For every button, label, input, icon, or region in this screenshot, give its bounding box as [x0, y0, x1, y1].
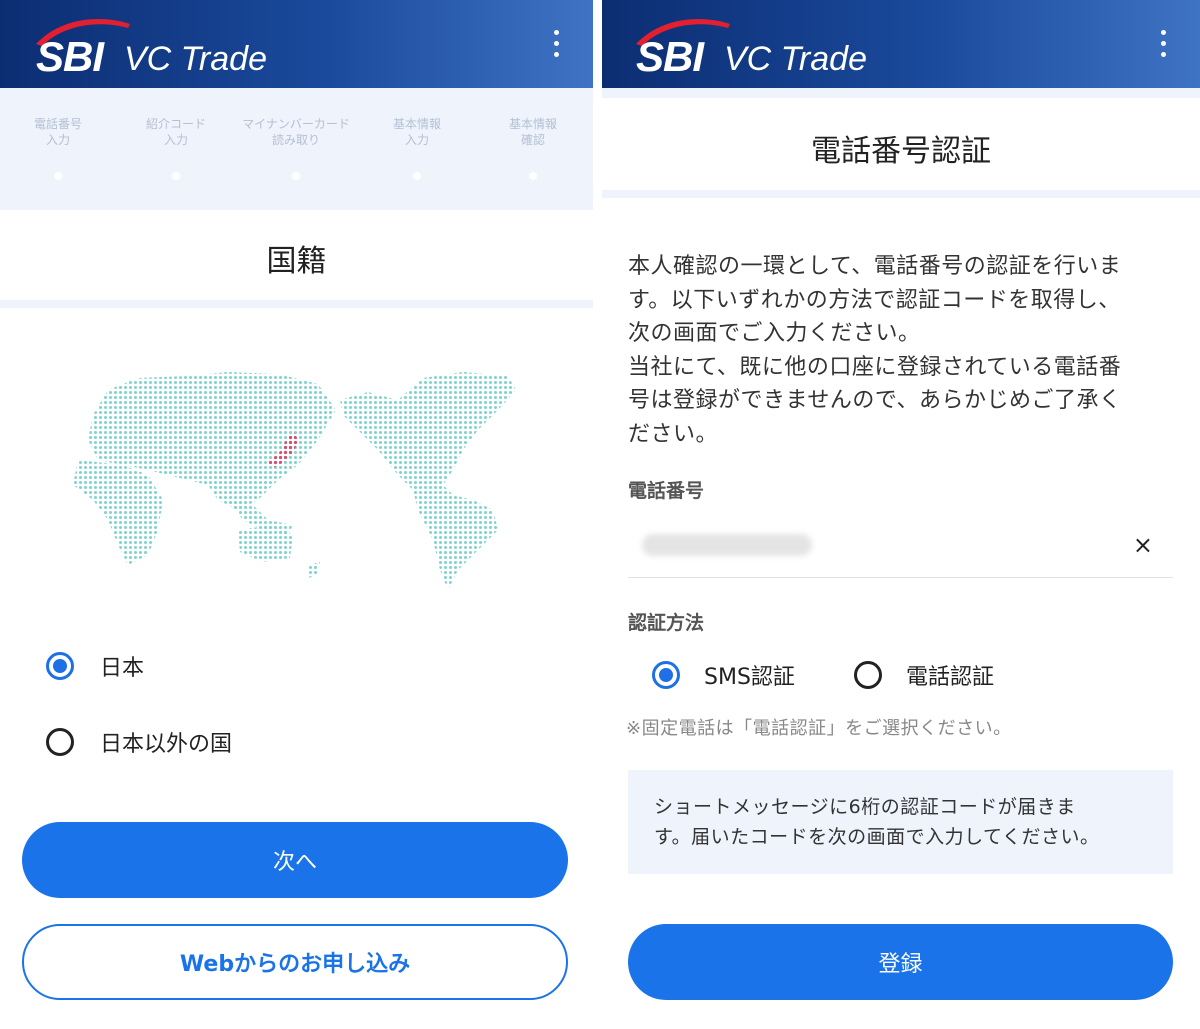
radio-label: SMS認証	[704, 665, 795, 690]
kebab-menu-icon[interactable]	[1156, 28, 1170, 60]
screen-phone-verification: SBI VC Trade 電話番号認証 本人確認の一環として、電話番号の認証を行…	[602, 0, 1200, 1029]
step-basic-confirm: 基本情報 確認	[468, 116, 593, 148]
header-divider	[602, 88, 1200, 98]
step-dot	[292, 172, 300, 180]
step-dot	[172, 172, 180, 180]
sbi-vc-trade-logo: SBI VC Trade	[30, 14, 290, 80]
step-dot	[413, 172, 421, 180]
app-header: SBI VC Trade	[0, 0, 593, 88]
step-label: 基本情報 確認	[508, 117, 557, 147]
world-map-icon	[73, 372, 516, 590]
step-phone: 電話番号 入力	[0, 116, 123, 148]
info-line: ショートメッセージに6桁の認証コードが届きま	[654, 796, 1076, 818]
description-line: 次の画面でご入力ください。	[628, 321, 921, 346]
radio-unchecked-icon[interactable]	[46, 728, 74, 756]
auth-method-label: 認証方法	[628, 612, 705, 634]
progress-stepper: 電話番号 入力 紹介コード 入力 マイナンバーカード 読み取り 基本情報 入力 …	[0, 88, 593, 210]
step-referral: 紹介コード 入力	[111, 116, 241, 148]
logo-sbi-text: SBI	[36, 33, 104, 80]
next-button[interactable]: 次へ	[22, 822, 568, 898]
description-line: 本人確認の一環として、電話番号の認証を行いま	[628, 254, 1122, 279]
radio-unchecked-icon[interactable]	[854, 661, 882, 689]
logo-vc-trade-text: VC Trade	[724, 40, 867, 78]
landline-note: ※固定電話は「電話認証」をご選択ください。	[626, 718, 1012, 739]
logo-vc-trade-text: VC Trade	[124, 40, 267, 78]
screen-nationality: SBI VC Trade 電話番号 入力 紹介コード 入力 マイナンバーカード …	[0, 0, 593, 1029]
radio-label: 電話認証	[906, 665, 995, 690]
step-basic-input: 基本情報 入力	[352, 116, 482, 148]
description-line: 当社にて、既に他の口座に登録されている電話番	[628, 354, 1122, 380]
description-line: す。以下いずれかの方法で認証コードを取得し、	[628, 287, 1121, 313]
sms-info-box: ショートメッセージに6桁の認証コードが届きま す。届いたコードを次の画面で入力し…	[628, 770, 1173, 874]
description-line: ださい。	[628, 421, 719, 447]
radio-phone-auth[interactable]: 電話認証	[854, 659, 994, 691]
phone-number-label: 電話番号	[628, 480, 705, 502]
step-label: 基本情報 入力	[392, 117, 441, 147]
step-dot	[529, 172, 537, 180]
step-label: 電話番号 入力	[33, 117, 82, 147]
radio-checked-icon[interactable]	[46, 652, 74, 680]
radio-japan[interactable]: 日本	[46, 650, 144, 682]
title-divider	[0, 300, 593, 308]
app-header: SBI VC Trade	[602, 0, 1200, 88]
sbi-vc-trade-logo: SBI VC Trade	[630, 14, 890, 80]
step-mynumber: マイナンバーカード 読み取り	[231, 116, 361, 148]
description-text: 本人確認の一環として、電話番号の認証を行いま す。以下いずれかの方法で認証コード…	[628, 250, 1173, 451]
radio-other-country[interactable]: 日本以外の国	[46, 726, 232, 758]
step-dot	[54, 172, 62, 180]
radio-label: 日本以外の国	[100, 732, 233, 757]
radio-sms-auth[interactable]: SMS認証	[652, 659, 795, 691]
page-title: 電話番号認証	[811, 134, 991, 169]
logo-sbi-text: SBI	[636, 33, 704, 80]
step-label: 紹介コード 入力	[145, 117, 206, 147]
web-application-button[interactable]: Webからのお申し込み	[22, 924, 568, 1000]
screen-gap	[593, 0, 602, 1029]
phone-number-value	[642, 534, 812, 556]
clear-input-icon[interactable]: ×	[1133, 530, 1153, 560]
kebab-menu-icon[interactable]	[549, 28, 563, 60]
description-line: 号は登録ができませんので、あらかじめご了承く	[628, 388, 1122, 413]
page-title: 国籍	[266, 244, 327, 279]
info-line: す。届いたコードを次の画面で入力してください。	[654, 826, 1100, 848]
radio-label: 日本	[100, 656, 145, 681]
step-label: マイナンバーカード 読み取り	[242, 117, 350, 147]
phone-number-input[interactable]: ×	[628, 518, 1173, 578]
register-button[interactable]: 登録	[628, 924, 1173, 1000]
radio-checked-icon[interactable]	[652, 661, 680, 689]
title-divider	[602, 190, 1200, 198]
